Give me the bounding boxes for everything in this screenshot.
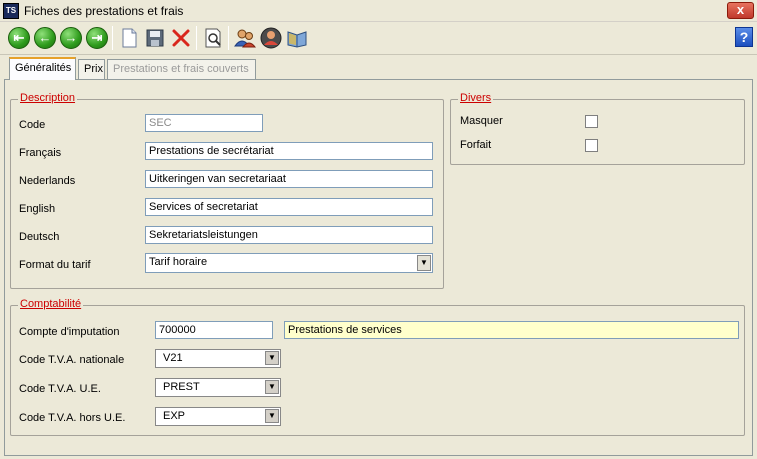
- tva-hors-ue-value: EXP: [163, 410, 186, 422]
- forfait-checkbox[interactable]: [585, 139, 598, 152]
- masquer-label: Masquer: [460, 115, 503, 127]
- chevron-down-icon[interactable]: ▼: [265, 409, 279, 423]
- nederlands-field[interactable]: Uitkeringen van secretariaat: [145, 170, 433, 188]
- next-record-button[interactable]: →: [60, 27, 82, 49]
- users-icon: [234, 29, 256, 48]
- compte-imputation-label: Compte d'imputation: [19, 326, 120, 338]
- tab-panel: Description Code SEC Français Prestation…: [4, 79, 753, 456]
- person-icon: [260, 27, 282, 49]
- previous-icon: ←: [38, 30, 52, 45]
- previous-record-button[interactable]: ←: [34, 27, 56, 49]
- close-button[interactable]: x: [727, 2, 754, 19]
- nederlands-label: Nederlands: [19, 175, 76, 187]
- francais-field[interactable]: Prestations de secrétariat: [145, 142, 433, 160]
- compte-description-field: Prestations de services: [284, 321, 739, 339]
- save-icon: [146, 29, 164, 47]
- last-record-button[interactable]: ⇥: [86, 27, 108, 49]
- tab-generalites[interactable]: Généralités: [9, 57, 76, 80]
- preview-icon: [205, 28, 221, 48]
- english-label: English: [19, 203, 56, 215]
- title-bar: TS Fiches des prestations et frais x: [0, 0, 757, 22]
- last-icon: ⇥: [91, 30, 103, 45]
- format-tarif-select[interactable]: Tarif horaire ▼: [145, 253, 433, 273]
- chevron-down-icon[interactable]: ▼: [265, 380, 279, 394]
- format-tarif-label: Format du tarif: [19, 259, 91, 271]
- code-field[interactable]: SEC: [145, 114, 263, 132]
- toolbar: ⇤ ← → ⇥ ?: [0, 22, 757, 55]
- tva-nationale-select[interactable]: V21 ▼: [155, 349, 281, 368]
- tva-ue-select[interactable]: PREST ▼: [155, 378, 281, 397]
- tva-hors-ue-label: Code T.V.A. hors U.E.: [19, 412, 126, 424]
- english-field[interactable]: Services of secretariat: [145, 198, 433, 216]
- francais-label: Français: [19, 147, 62, 159]
- comptabilite-legend: Comptabilité: [18, 298, 84, 310]
- deutsch-label: Deutsch: [19, 231, 60, 243]
- toolbar-separator: [228, 26, 229, 50]
- tva-nationale-label: Code T.V.A. nationale: [19, 354, 125, 366]
- tab-prestations-couvertes[interactable]: Prestations et frais couverts: [107, 59, 256, 79]
- deutsch-field[interactable]: Sekretariatsleistungen: [145, 226, 433, 244]
- toolbar-separator: [196, 26, 197, 50]
- tva-hors-ue-select[interactable]: EXP ▼: [155, 407, 281, 426]
- divers-group: Divers Masquer Forfait: [450, 92, 745, 165]
- app-icon: TS: [3, 3, 19, 19]
- users-button[interactable]: [234, 27, 256, 49]
- code-label: Code: [19, 119, 46, 131]
- delete-icon: [172, 29, 190, 47]
- tva-nationale-value: V21: [163, 352, 183, 364]
- divers-legend: Divers: [458, 92, 494, 104]
- chevron-down-icon[interactable]: ▼: [265, 351, 279, 365]
- application-window: TS Fiches des prestations et frais x ⇤ ←…: [0, 0, 757, 459]
- description-legend: Description: [18, 92, 78, 104]
- description-group: Description Code SEC Français Prestation…: [10, 92, 444, 289]
- delete-button[interactable]: [170, 27, 192, 49]
- book-button[interactable]: [286, 27, 308, 49]
- chevron-down-icon[interactable]: ▼: [417, 255, 431, 271]
- book-icon: [287, 31, 307, 48]
- new-icon: [122, 28, 137, 48]
- person-button[interactable]: [260, 27, 282, 49]
- save-button[interactable]: [144, 27, 166, 49]
- compte-imputation-field[interactable]: 700000: [155, 321, 273, 339]
- help-button[interactable]: ?: [735, 27, 753, 47]
- first-record-button[interactable]: ⇤: [8, 27, 30, 49]
- tva-ue-label: Code T.V.A. U.E.: [19, 383, 101, 395]
- help-icon: ?: [739, 29, 749, 45]
- preview-button[interactable]: [202, 27, 224, 49]
- comptabilite-group: Comptabilité Compte d'imputation 700000 …: [10, 298, 745, 436]
- tab-prix[interactable]: Prix: [78, 59, 105, 79]
- first-icon: ⇤: [13, 30, 25, 45]
- new-button[interactable]: [118, 27, 140, 49]
- toolbar-separator: [112, 26, 113, 50]
- masquer-checkbox[interactable]: [585, 115, 598, 128]
- window-title: Fiches des prestations et frais: [24, 4, 184, 18]
- format-tarif-value: Tarif horaire: [149, 256, 208, 268]
- tva-ue-value: PREST: [163, 381, 200, 393]
- next-icon: →: [64, 30, 78, 45]
- forfait-label: Forfait: [460, 139, 492, 151]
